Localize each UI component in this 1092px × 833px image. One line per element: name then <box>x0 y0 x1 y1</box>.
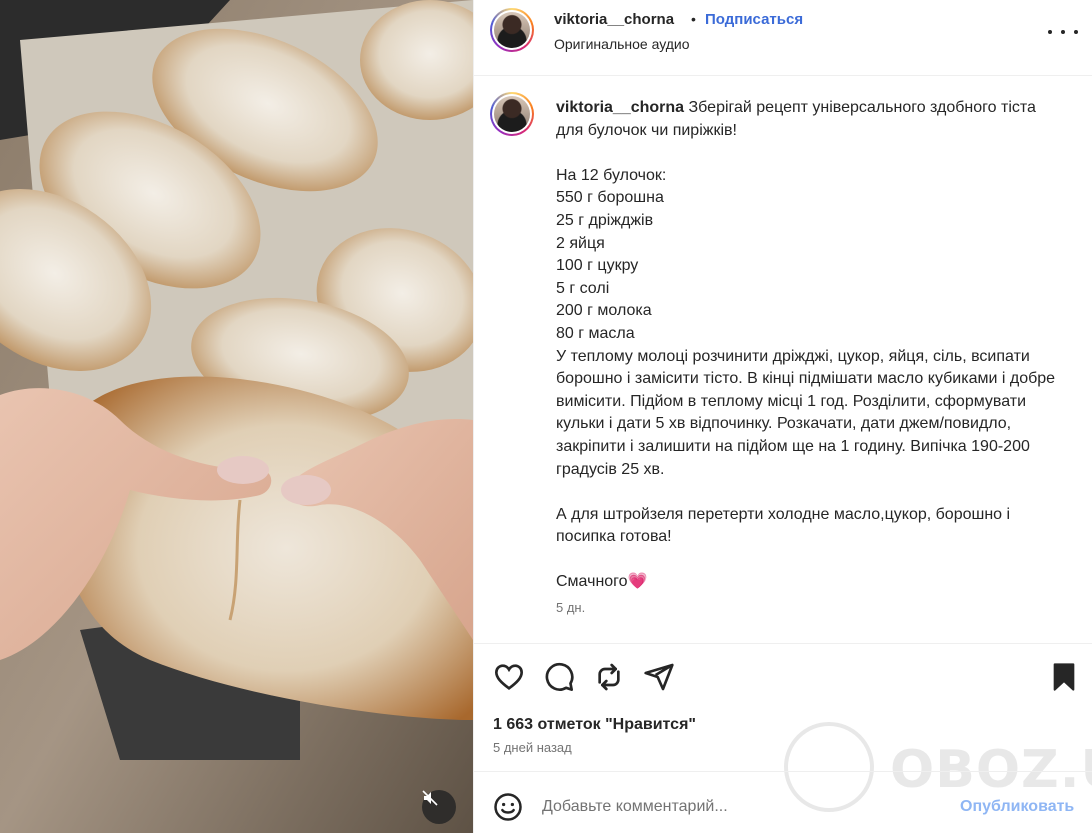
publish-button[interactable]: Опубликовать <box>960 798 1074 816</box>
caption-avatar[interactable] <box>490 92 534 136</box>
action-bar: 1 663 отметок "Нравится" 5 дней назад <box>474 643 1092 771</box>
heart-icon[interactable] <box>493 661 525 693</box>
audio-link[interactable]: Оригинальное аудио <box>554 36 690 52</box>
bookmark-icon[interactable] <box>1048 661 1080 693</box>
post-date: 5 дней назад <box>493 740 572 755</box>
emoji-icon[interactable] <box>493 792 523 822</box>
separator-dot: • <box>691 11 696 27</box>
caption-text: viktoria__chorna Зберігай рецепт універс… <box>556 97 1061 594</box>
author-avatar[interactable] <box>490 8 534 52</box>
post-header: viktoria__chorna • Подписаться Оригиналь… <box>474 0 1092 76</box>
post-sidebar: viktoria__chorna • Подписаться Оригиналь… <box>473 0 1092 833</box>
volume-muted-icon <box>422 790 438 806</box>
author-username[interactable]: viktoria__chorna <box>554 11 674 28</box>
media-image <box>0 0 473 833</box>
author-avatar-image <box>494 12 530 48</box>
repost-icon[interactable] <box>593 661 625 693</box>
mute-button[interactable] <box>422 790 456 824</box>
comment-icon[interactable] <box>543 661 575 693</box>
caption-username[interactable]: viktoria__chorna <box>556 99 684 116</box>
caption-area: viktoria__chorna Зберігай рецепт універс… <box>474 77 1092 643</box>
comment-bar: Опубликовать <box>474 771 1092 833</box>
follow-button[interactable]: Подписаться <box>705 11 803 28</box>
comment-input[interactable] <box>542 792 947 822</box>
post-media[interactable] <box>0 0 473 833</box>
share-icon[interactable] <box>643 661 675 693</box>
caption-timestamp: 5 дн. <box>556 600 586 615</box>
caption-body: Зберігай рецепт універсального здобного … <box>556 99 1056 591</box>
heart-emoji: 💗 <box>627 573 648 591</box>
caption-avatar-image <box>494 96 530 132</box>
more-options-icon[interactable] <box>1048 22 1078 42</box>
like-count[interactable]: 1 663 отметок "Нравится" <box>493 716 696 734</box>
